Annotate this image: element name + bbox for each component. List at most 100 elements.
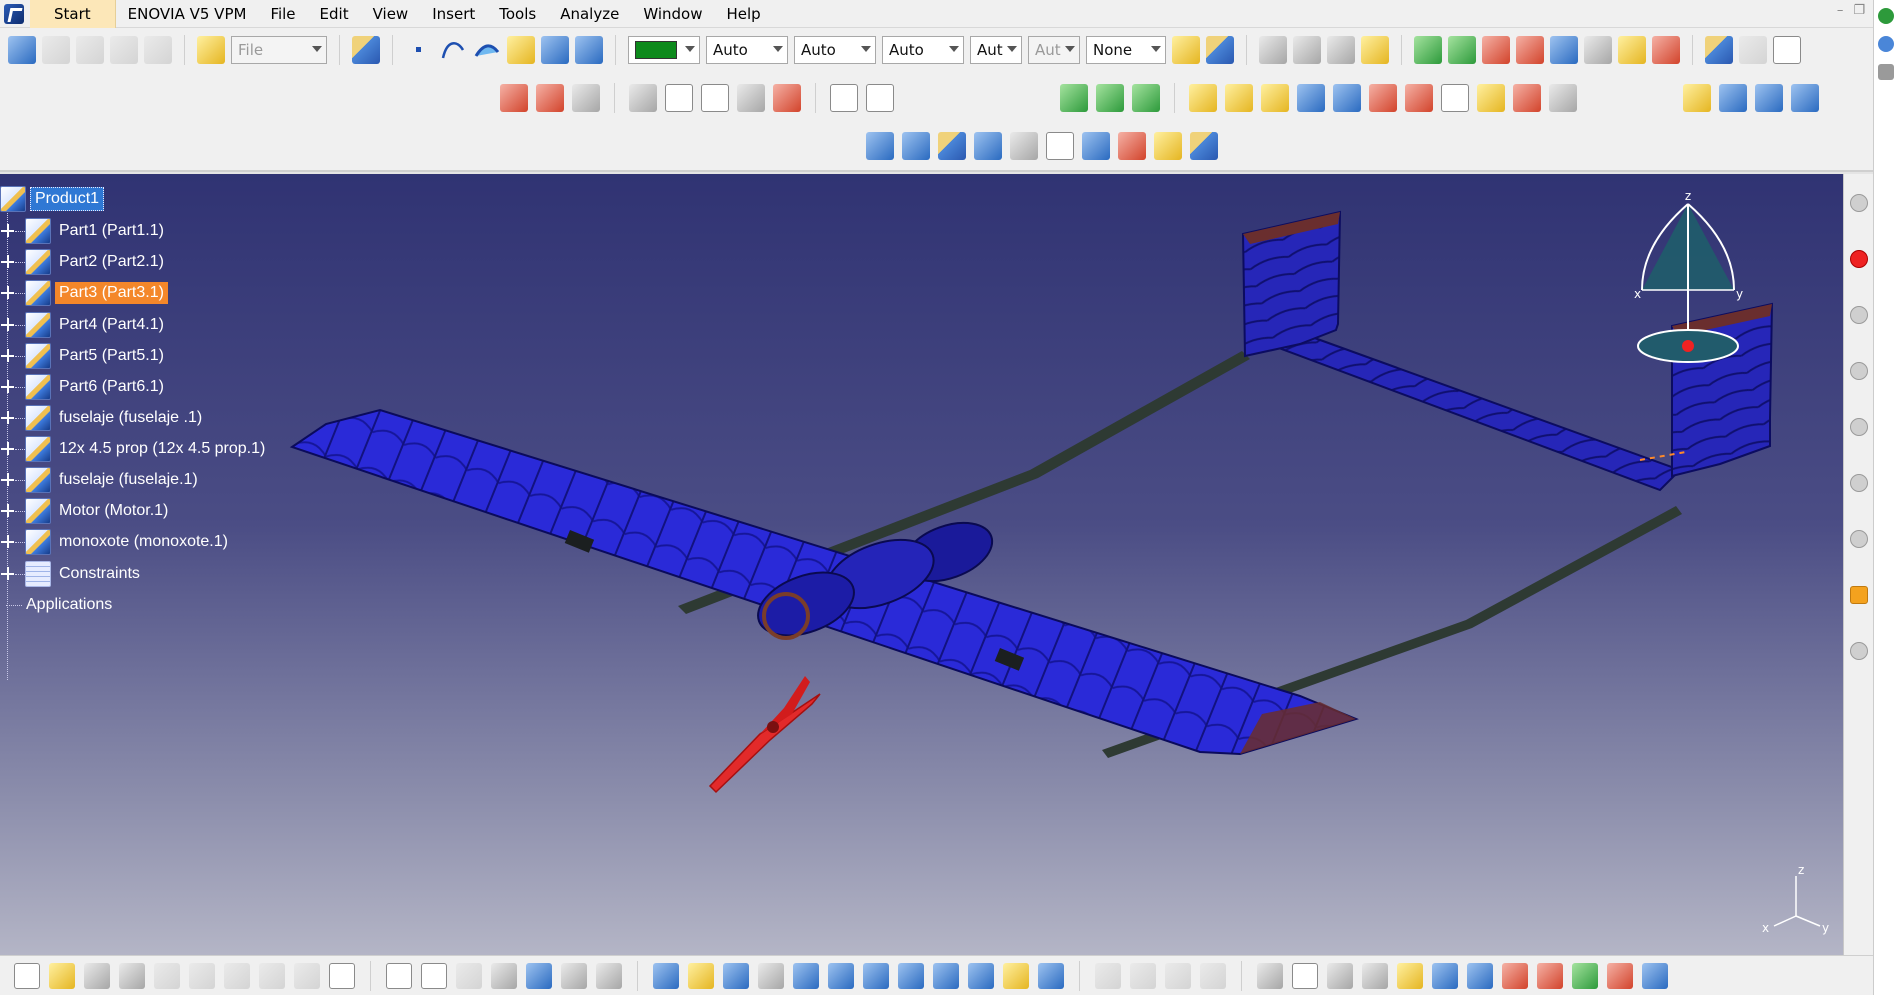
catalog-icon[interactable]	[42, 36, 70, 64]
tree-root[interactable]: Product1	[0, 184, 105, 214]
tree-node-monoxote[interactable]: monoxote (monoxote.1)	[0, 527, 232, 557]
expand-icon[interactable]	[1, 224, 15, 238]
point-icon[interactable]	[405, 36, 433, 64]
constraint-faded-icon[interactable]	[1165, 962, 1191, 989]
menu-insert[interactable]: Insert	[420, 0, 487, 28]
gear-icon[interactable]	[1849, 194, 1868, 212]
expand-icon[interactable]	[1, 286, 15, 300]
layer-combo[interactable]: Aut	[970, 36, 1022, 64]
expand-icon[interactable]	[1, 567, 15, 581]
plane-view-icon[interactable]	[1467, 962, 1493, 989]
clash-icon[interactable]	[866, 132, 894, 160]
selective-load-icon[interactable]	[1261, 84, 1289, 112]
table-icon[interactable]	[76, 36, 104, 64]
sketch-icon[interactable]	[1773, 36, 1801, 64]
fix-component-icon[interactable]	[1618, 36, 1646, 64]
plane-icon[interactable]	[507, 36, 535, 64]
product-icon[interactable]	[352, 36, 380, 64]
tree-node-label[interactable]: Part3 (Part3.1)	[55, 282, 168, 304]
compass-reset-icon[interactable]	[974, 132, 1002, 160]
save-icon[interactable]	[84, 962, 110, 989]
refresh-icon[interactable]	[1154, 132, 1182, 160]
constraint-angle-icon[interactable]	[1584, 36, 1612, 64]
constraint-coincidence-icon[interactable]	[1482, 36, 1510, 64]
formula-icon[interactable]	[386, 962, 412, 989]
file-combo[interactable]: File	[231, 36, 327, 64]
disk-icon[interactable]	[1878, 64, 1894, 80]
undo-icon[interactable]	[259, 962, 285, 989]
normal-view-icon[interactable]	[863, 962, 889, 989]
assembly-features-icon[interactable]	[1549, 84, 1577, 112]
expand-icon[interactable]	[1, 255, 15, 269]
copy-icon[interactable]	[189, 962, 215, 989]
gear-icon[interactable]	[144, 36, 172, 64]
measure-icon[interactable]	[1327, 962, 1353, 989]
update-icon[interactable]	[1705, 36, 1733, 64]
pan-icon[interactable]	[723, 962, 749, 989]
multi-instantiation-icon[interactable]	[1333, 84, 1361, 112]
expand-icon[interactable]	[1, 349, 15, 363]
layers-icon[interactable]	[1849, 418, 1868, 436]
menu-file[interactable]: File	[258, 0, 307, 28]
knowledge-icon[interactable]	[526, 962, 552, 989]
law-icon[interactable]	[596, 962, 622, 989]
menu-tools[interactable]: Tools	[487, 0, 548, 28]
measure-between-icon[interactable]	[1719, 84, 1747, 112]
refresh-view-icon[interactable]	[1432, 962, 1458, 989]
tree-node-applications[interactable]: Applications	[0, 590, 116, 620]
airplane-model[interactable]: z x y z x y	[0, 174, 1843, 955]
tree-node-prop[interactable]: 12x 4.5 prop (12x 4.5 prop.1)	[0, 434, 269, 464]
measure-item-icon[interactable]	[1755, 84, 1783, 112]
anchor-icon[interactable]	[1010, 132, 1038, 160]
grid-pattern-icon[interactable]	[1190, 132, 1218, 160]
expand-icon[interactable]	[1, 535, 15, 549]
constraint-offset-icon[interactable]	[1550, 36, 1578, 64]
geometry-faded-icon[interactable]	[1200, 962, 1226, 989]
tree-node-label[interactable]: fuselaje (fuselaje.1)	[55, 469, 202, 491]
insert-new-component-icon[interactable]	[1060, 84, 1088, 112]
copy-format-icon[interactable]	[1206, 36, 1234, 64]
design-table-icon[interactable]	[491, 962, 517, 989]
bill-of-material-icon[interactable]	[1441, 84, 1469, 112]
grid-icon[interactable]	[1607, 962, 1633, 989]
expand-icon[interactable]	[1, 380, 15, 394]
tree-node-label[interactable]: Part4 (Part4.1)	[55, 314, 168, 336]
sketch-faded-icon[interactable]	[1095, 962, 1121, 989]
tree-node-part1[interactable]: Part1 (Part1.1)	[0, 216, 168, 246]
manage-representations-icon[interactable]	[1297, 84, 1325, 112]
tag-icon[interactable]	[866, 84, 894, 112]
stop-manipulate-icon[interactable]	[1361, 36, 1389, 64]
texture-icon[interactable]	[1572, 962, 1598, 989]
tree-node-label[interactable]: Part5 (Part5.1)	[55, 345, 168, 367]
bookmark-icon[interactable]	[1849, 586, 1868, 604]
paintbrush-icon[interactable]	[1172, 36, 1200, 64]
distance-icon[interactable]	[938, 132, 966, 160]
table-edit-icon[interactable]	[110, 36, 138, 64]
apply-material-icon[interactable]	[1537, 962, 1563, 989]
tree-node-part5[interactable]: Part5 (Part5.1)	[0, 341, 168, 371]
tree-node-label[interactable]: monoxote (monoxote.1)	[55, 531, 232, 553]
graph-tree-icon[interactable]	[1189, 84, 1217, 112]
catia-app-icon[interactable]	[4, 3, 24, 24]
tree-node-label[interactable]: fuselaje (fuselaje .1)	[55, 407, 206, 429]
reorder-icon[interactable]	[1405, 84, 1433, 112]
material-icon[interactable]	[1502, 962, 1528, 989]
thickness-combo[interactable]: Auto	[794, 36, 876, 64]
print-icon[interactable]	[119, 962, 145, 989]
multi-view-icon[interactable]	[575, 36, 603, 64]
zoom-in-icon[interactable]	[793, 962, 819, 989]
properties-icon[interactable]	[8, 36, 36, 64]
menu-help[interactable]: Help	[714, 0, 772, 28]
tree-node-label[interactable]: Constraints	[55, 563, 144, 585]
dimension-icon[interactable]	[629, 84, 657, 112]
open-folder-icon[interactable]	[49, 962, 75, 989]
tree-node-label[interactable]: Part2 (Part2.1)	[55, 251, 168, 273]
shading-icon[interactable]	[968, 962, 994, 989]
swap-visible-space-icon[interactable]	[1038, 962, 1064, 989]
tree-node-part2[interactable]: Part2 (Part2.1)	[0, 247, 168, 277]
camera-icon[interactable]	[1257, 962, 1283, 989]
spline-icon[interactable]	[439, 36, 467, 64]
open-folder-icon[interactable]	[197, 36, 225, 64]
catalog-browser-icon[interactable]	[1683, 84, 1711, 112]
expand-icon[interactable]	[1, 473, 15, 487]
